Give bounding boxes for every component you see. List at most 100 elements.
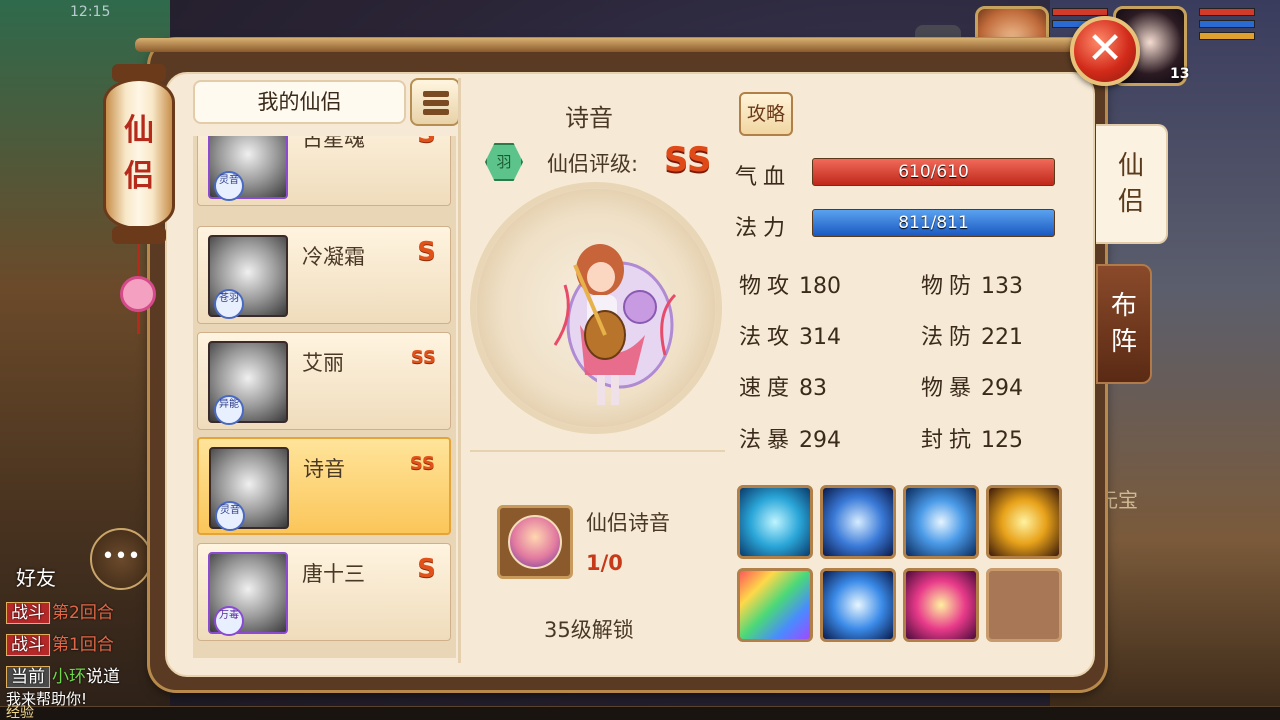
chat-sender[interactable]: 小环 [52,667,86,687]
stat-magic-defense: 法防 221 [921,319,1023,351]
companion-name: 诗音 [303,457,345,481]
chat-bubble-icon[interactable]: ••• [90,528,152,590]
rating-value: SS [664,140,712,180]
companion-card-selected[interactable]: 灵音 诗音 SS [197,437,451,535]
chat-tag: 战斗 [6,602,50,624]
companion-grade: SS [410,347,436,368]
exp-bar [0,706,1280,720]
chat-tag: 战斗 [6,634,50,656]
companion-avatar: 异能 [208,341,288,425]
companion-name: 唐十三 [302,562,365,586]
list-menu-button[interactable] [410,78,460,126]
divider [458,78,461,663]
close-icon[interactable]: ✕ [1070,16,1140,86]
companion-avatar: 苍羽 [208,235,288,319]
treble-clef-skill-icon[interactable] [903,568,979,642]
stat-value: 294 [799,428,842,453]
chat-text[interactable]: 第1回合 [52,635,114,655]
stat-value: 294 [981,376,1024,401]
faction-badge: 灵音 [215,501,245,531]
rating-label: 仙侣评级: [547,152,639,176]
stat-label: 法攻 [739,325,796,350]
status-time: 12:15 [70,4,111,20]
stat-value: 125 [981,428,1024,453]
companion-name: 古星魂 [302,136,365,151]
music-wave-skill-icon[interactable] [820,485,896,559]
stat-value: 314 [799,325,842,350]
stat-label: 法暴 [739,428,796,453]
faction-badge: 灵音 [214,171,244,201]
companion-detail-name: 诗音 [565,104,613,132]
divider [470,450,725,452]
panel-top-rail [135,38,1085,52]
menu-bar-icon [423,100,449,106]
stat-magic-attack: 法攻 314 [739,319,841,351]
companion-card[interactable]: 苍羽 冷凝霜 S [197,226,451,324]
companion-list[interactable]: 灵音 古星魂 S 苍羽 冷凝霜 S 异能 艾丽 SS 灵音 诗音 SS 万毒 唐… [193,136,456,658]
stat-value: 180 [799,274,842,299]
companion-skill-count: 1/0 [586,551,623,575]
guide-button[interactable]: 攻略 [739,92,793,136]
companion-avatar: 灵音 [208,136,288,201]
companion-grade: S [417,554,436,584]
ice-skill-icon[interactable] [820,568,896,642]
friend-label[interactable]: 好友 [16,562,56,591]
stat-phys-defense: 物防 133 [921,268,1023,300]
chat-text[interactable]: 第2回合 [52,603,114,623]
companion-card[interactable]: 灵音 古星魂 S [197,136,451,206]
list-title: 我的仙侣 [193,80,406,124]
character-figure[interactable] [535,225,685,415]
stat-value: 83 [799,376,828,401]
faction-badge: 万毒 [214,606,244,636]
stat-label: 物防 [921,274,978,299]
stat-seal-resist: 封抗 125 [921,422,1023,454]
stat-label: 速度 [739,376,796,401]
lantern-title: 仙侣 [124,113,154,194]
lantern-knot-icon [120,276,156,312]
tab-label: 仙侣 [1117,151,1144,217]
music-swirl-skill-icon[interactable] [903,485,979,559]
music-note-skill-icon[interactable] [737,485,813,559]
companion-avatar: 万毒 [208,552,288,636]
hp-bar: 610/610 [812,158,1055,186]
stat-phys-attack: 物攻 180 [739,268,841,300]
companion-card[interactable]: 异能 艾丽 SS [197,332,451,430]
stat-label: 封抗 [921,428,978,453]
companion-grade: S [417,237,436,267]
player-status-bars [1199,8,1255,44]
tab-label: 布阵 [1110,291,1137,357]
companion-card[interactable]: 万毒 唐十三 S [197,543,451,641]
stat-speed: 速度 83 [739,370,827,402]
tab-formation[interactable]: 布阵 [1096,264,1152,384]
menu-bar-icon [423,109,449,115]
tab-companion[interactable]: 仙侣 [1096,124,1168,244]
empty-skill-slot[interactable] [986,568,1062,642]
chat-line: 战斗 第2回合 [6,598,114,624]
menu-bar-icon [423,91,449,97]
unlock-level-text: 35级解锁 [544,618,634,642]
faction-badge: 苍羽 [214,289,244,319]
stat-label: 法防 [921,325,978,350]
faction-badge: 异能 [214,395,244,425]
chat-tag: 当前 [6,666,50,688]
rainbow-skill-icon[interactable] [737,568,813,642]
companion-skill-icon[interactable] [497,505,573,579]
companion-avatar: 灵音 [209,447,289,531]
stat-value: 221 [981,325,1024,350]
stat-value: 133 [981,274,1024,299]
chat-line: 当前 小环说道 [6,662,120,688]
companion-name: 艾丽 [302,351,344,375]
lantern-cap [112,226,166,244]
exp-label: 经验 [6,705,34,720]
golden-note-skill-icon[interactable] [986,485,1062,559]
stat-phys-crit: 物暴 294 [921,370,1023,402]
mp-bar: 811/811 [812,209,1055,237]
chat-line: 战斗 第1回合 [6,630,114,656]
mp-label: 法力 [735,216,792,241]
companion-grade: SS [409,453,435,474]
companion-name: 冷凝霜 [302,245,365,269]
stat-label: 物攻 [739,274,796,299]
chat-text: 说道 [86,667,120,687]
stat-magic-crit: 法暴 294 [739,422,841,454]
player-level: 13 [1170,66,1190,82]
